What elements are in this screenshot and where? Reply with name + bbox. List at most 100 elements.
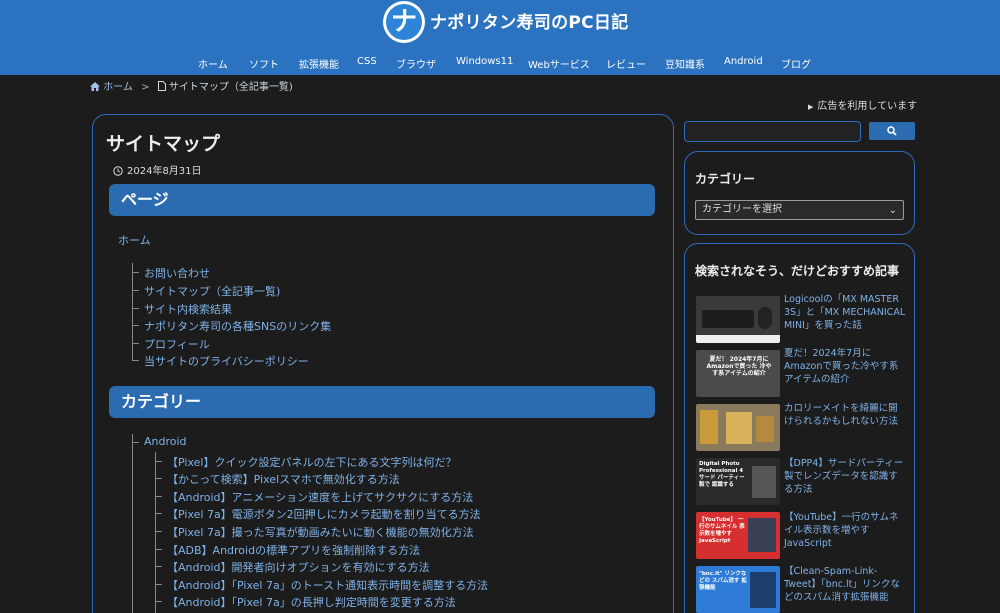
global-nav: ホーム ソフト 拡張機能 CSS ブラウザ Windows11 Webサービス … [0, 56, 1000, 71]
nav-item-windows11[interactable]: Windows11 [456, 56, 513, 67]
tree-branch [132, 308, 139, 309]
page-link[interactable]: サイト内検索結果 [144, 301, 232, 317]
tree-branch [155, 478, 162, 479]
tree-line [132, 434, 133, 613]
categories-widget-title: カテゴリー [695, 172, 756, 186]
tree-line [155, 452, 156, 613]
tree-branch [132, 442, 139, 443]
rec-thumbnail-5[interactable]: 【YouTube】 一行のサムネイル 表示数を増やす JavaScript [696, 512, 780, 559]
post-link[interactable]: 【Android】「Pixel 7a」のトースト通知表示時間を調整する方法 [167, 577, 488, 593]
post-link[interactable]: 【Pixel 7a】撮った写真が動画みたいに動く機能の無効化方法 [167, 524, 474, 540]
keyboard-image [702, 310, 754, 328]
rec-thumbnail-3[interactable] [696, 404, 780, 451]
thumb-caption: "bnc.lt" リンクなどの スパム消す 拡張機能 [699, 571, 747, 591]
search-button[interactable] [869, 122, 915, 140]
tree-branch [155, 601, 162, 602]
categories-widget [684, 151, 915, 235]
post-date: 2024年8月31日 [113, 162, 202, 177]
ad-disclosure: ▶ 広告を利用しています [808, 97, 917, 112]
tree-branch [155, 531, 162, 532]
breadcrumb: ホーム > サイトマップ（全記事一覧) [90, 78, 293, 94]
site-header: ナ ナポリタン寿司のPC日記 ホーム ソフト 拡張機能 CSS ブラウザ Win… [0, 0, 1000, 75]
home-page-link[interactable]: ホーム [118, 232, 151, 248]
nav-item-android[interactable]: Android [724, 56, 763, 67]
mouse-image [758, 307, 772, 329]
rec-thumbnail-6[interactable]: "bnc.lt" リンクなどの スパム消す 拡張機能 [696, 566, 780, 613]
tree-branch [132, 325, 139, 326]
thumb-caption-strip [696, 335, 780, 343]
ad-disclosure-text: 広告を利用しています [817, 101, 918, 112]
category-link-android[interactable]: Android [144, 435, 187, 448]
home-icon [90, 82, 100, 94]
clock-icon [113, 166, 123, 176]
rec-link-4[interactable]: 【DPP4】サードパーティー製でレンズデータを認識する方法 [784, 457, 906, 496]
rec-link-2[interactable]: 夏だ！2024年7月にAmazonで買った冷やす系アイテムの紹介 [784, 347, 906, 386]
categories-heading: カテゴリー [109, 386, 655, 418]
site-logo[interactable]: ナ [383, 1, 425, 43]
post-link[interactable]: 【Pixel】クイック設定パネルの左下にある文字列は何だ？ [167, 454, 456, 470]
post-link[interactable]: 【Pixel 7a】電源ボタン2回押しにカメラ起動を割り当てる方法 [167, 506, 481, 522]
nav-item-css[interactable]: CSS [357, 56, 377, 67]
post-link[interactable]: 【Android】「Pixel 7a」の長押し判定時間を変更する方法 [167, 594, 456, 610]
search-icon [887, 126, 897, 136]
rec-thumbnail-4[interactable]: Digital Photo Professional 4 サード パーティー製で… [696, 458, 780, 505]
package-image [756, 416, 774, 442]
page-link[interactable]: サイトマップ（全記事一覧) [144, 283, 280, 299]
post-link[interactable]: 【Android】アニメーション速度を上げてサクサクにする方法 [167, 489, 473, 505]
caret-right-icon: ▶ [808, 103, 814, 111]
page-link[interactable]: プロフィール [144, 336, 210, 352]
thumb-caption: 【YouTube】 一行のサムネイル 表示数を増やす JavaScript [699, 517, 745, 544]
nav-item-reviews[interactable]: レビュー [606, 56, 646, 71]
package-image [700, 410, 718, 444]
page-link[interactable]: 当サイトのプライバシーポリシー [144, 353, 309, 369]
screenshot-image [748, 518, 776, 552]
rec-link-6[interactable]: 【Clean-Spam-Link-Tweet】「bnc.lt」リンクなどのスパム… [784, 565, 906, 604]
thumb-caption: 夏だ！ 2024年7月に Amazonで買った 冷やす系アイテムの紹介 [706, 356, 772, 377]
tree-branch [155, 549, 162, 550]
nav-item-extensions[interactable]: 拡張機能 [299, 56, 339, 71]
tree-branch [132, 272, 139, 273]
breadcrumb-current: サイトマップ（全記事一覧) [168, 82, 293, 93]
page-link[interactable]: ナポリタン寿司の各種SNSのリンク集 [144, 318, 331, 334]
page-title: サイトマップ [106, 133, 221, 155]
post-date-text: 2024年8月31日 [127, 166, 202, 177]
rec-thumbnail-1[interactable] [696, 296, 780, 343]
search-input[interactable] [684, 121, 861, 142]
nav-item-blog[interactable]: ブログ [781, 56, 811, 71]
tree-branch [155, 513, 162, 514]
nav-item-web-services[interactable]: Webサービス [528, 56, 590, 71]
nav-item-tips[interactable]: 豆知識系 [665, 56, 705, 71]
breadcrumb-separator: > [141, 82, 150, 93]
post-link[interactable]: 【Android】開発者向けオプションを有効にする方法 [167, 559, 430, 575]
logo-glyph: ナ [386, 4, 422, 40]
tree-branch [155, 566, 162, 567]
post-link[interactable]: 【かこって検索】Pixelスマホで無効化する方法 [167, 471, 400, 487]
rec-link-5[interactable]: 【YouTube】一行のサムネイル表示数を増やすJavaScript [784, 511, 906, 550]
category-select-value: カテゴリーを選択 [702, 204, 782, 215]
tree-branch [132, 360, 139, 361]
rec-thumbnail-2[interactable]: 夏だ！ 2024年7月に Amazonで買った 冷やす系アイテムの紹介 [696, 350, 780, 397]
tree-branch [132, 290, 139, 291]
tree-branch [132, 343, 139, 344]
nav-item-home[interactable]: ホーム [198, 56, 228, 71]
screenshot-image [752, 466, 776, 498]
screenshot-image [750, 572, 776, 608]
rec-link-1[interactable]: Logicoolの「MX MASTER 3S」と「MX MECHANICAL M… [784, 293, 906, 332]
category-select[interactable]: カテゴリーを選択 ⌄ [695, 200, 904, 220]
chevron-down-icon: ⌄ [888, 205, 897, 216]
tree-branch [155, 584, 162, 585]
rec-link-3[interactable]: カロリーメイトを綺麗に開けられるかもしれない方法 [784, 402, 906, 428]
tree-branch [155, 496, 162, 497]
package-image [726, 412, 752, 444]
thumb-caption: Digital Photo Professional 4 サード パーティー製で… [699, 461, 745, 488]
nav-item-software[interactable]: ソフト [249, 56, 279, 71]
breadcrumb-home[interactable]: ホーム [103, 82, 133, 93]
pages-heading: ページ [109, 184, 655, 216]
nav-item-browser[interactable]: ブラウザ [396, 56, 436, 71]
site-title[interactable]: ナポリタン寿司のPC日記 [430, 8, 629, 33]
page-link[interactable]: お問い合わせ [144, 265, 210, 281]
tree-line [132, 263, 133, 361]
tree-branch [155, 461, 162, 462]
post-link[interactable]: 【ADB】Androidの標準アプリを強制削除する方法 [167, 542, 420, 558]
recommend-widget-title: 検索されなそう、だけどおすすめ記事 [695, 264, 900, 278]
